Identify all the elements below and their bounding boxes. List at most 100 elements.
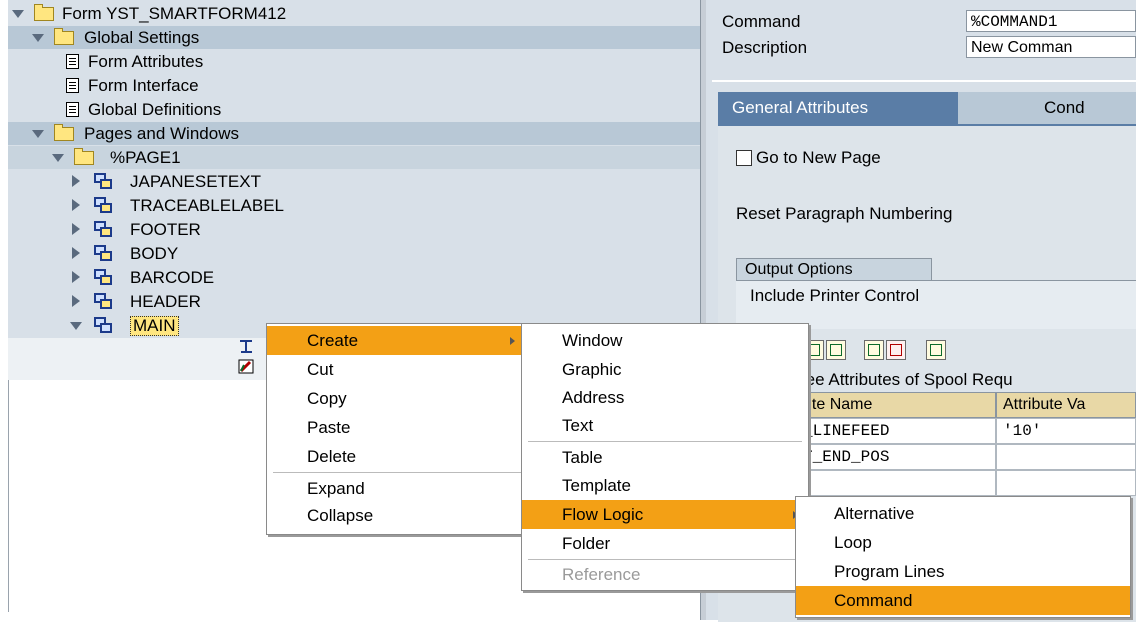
- expand-triangle-icon[interactable]: [72, 247, 80, 259]
- table-cell[interactable]: '10': [996, 418, 1136, 444]
- tree-item-pages-and-windows[interactable]: Pages and Windows: [8, 122, 700, 145]
- menu-item-paste[interactable]: Paste: [267, 413, 527, 442]
- expand-triangle-icon[interactable]: [72, 223, 80, 235]
- tree-item-body[interactable]: BODY: [8, 242, 700, 265]
- folder-icon: [54, 124, 74, 141]
- output-options-tab[interactable]: Output Options: [736, 258, 932, 280]
- menu-item-folder[interactable]: Folder: [522, 529, 808, 558]
- collapse-triangle-icon[interactable]: [52, 154, 64, 162]
- description-label: Description: [722, 38, 808, 57]
- table-cell[interactable]: T_END_POS: [796, 444, 996, 470]
- expand-triangle-icon[interactable]: [72, 199, 80, 211]
- menu-item-copy[interactable]: Copy: [267, 384, 527, 413]
- tree-item-label: BARCODE: [130, 267, 215, 287]
- tree-item-japanesetext[interactable]: JAPANESETEXT: [8, 170, 700, 193]
- document-icon: [66, 54, 79, 69]
- divider: [712, 80, 1136, 82]
- menu-item-expand[interactable]: Expand: [267, 474, 527, 503]
- tree-item-label: BODY: [130, 243, 179, 263]
- window-icon: [94, 221, 112, 237]
- menu-item-window[interactable]: Window: [522, 326, 808, 355]
- tree-item-footer[interactable]: FOOTER: [8, 218, 700, 241]
- description-field[interactable]: New Comman: [966, 36, 1136, 58]
- menu-item-flow-logic[interactable]: Flow Logic: [522, 500, 808, 529]
- move-icon[interactable]: [926, 340, 946, 360]
- context-menu: Create Cut Copy Paste Delete Expand Coll…: [266, 323, 528, 535]
- column-header-attribute-name[interactable]: ute Name: [796, 392, 996, 418]
- tree-item-barcode[interactable]: BARCODE: [8, 266, 700, 289]
- tree-item-label-selected: MAIN: [130, 315, 179, 336]
- tree-item-traceablelabel[interactable]: TRACEABLELABEL: [8, 194, 700, 217]
- menu-item-table[interactable]: Table: [522, 443, 808, 472]
- document-icon: [66, 78, 79, 93]
- main-window-icon: [94, 317, 112, 333]
- tree-item-label: Global Definitions: [88, 99, 222, 119]
- tab-conditions[interactable]: Cond: [958, 92, 1136, 124]
- menu-item-reference: Reference: [522, 560, 808, 589]
- table-cell[interactable]: [996, 444, 1136, 470]
- menu-item-label: Delete: [307, 447, 357, 466]
- delete-row-icon[interactable]: [886, 340, 906, 360]
- collapse-triangle-icon[interactable]: [12, 10, 24, 18]
- tree-item-label: %PAGE1: [110, 147, 181, 167]
- tree-item-label: HEADER: [130, 291, 201, 311]
- menu-item-template[interactable]: Template: [522, 471, 808, 500]
- menu-item-label: Collapse: [307, 506, 374, 525]
- tree-item-global-settings[interactable]: Global Settings: [8, 26, 700, 49]
- tree-item-form-interface[interactable]: Form Interface: [8, 74, 700, 97]
- collapse-triangle-icon[interactable]: [32, 130, 44, 138]
- collapse-triangle-icon[interactable]: [32, 34, 44, 42]
- menu-item-label: Create: [307, 331, 359, 350]
- menu-item-cut[interactable]: Cut: [267, 355, 527, 384]
- menu-item-create[interactable]: Create: [267, 326, 527, 355]
- table-title: ree Attributes of Spool Requ: [800, 370, 1013, 389]
- menu-item-label: Address: [562, 388, 625, 407]
- menu-item-label: Flow Logic: [562, 505, 644, 524]
- command-label: Command: [722, 12, 801, 31]
- menu-item-text[interactable]: Text: [522, 411, 808, 440]
- tree-item-form[interactable]: Form YST_SMARTFORM412: [8, 2, 700, 25]
- menu-item-label: Reference: [562, 565, 641, 584]
- command-field[interactable]: %COMMAND1: [966, 10, 1136, 32]
- table-cell-empty[interactable]: [796, 470, 996, 496]
- menu-item-delete[interactable]: Delete: [267, 442, 527, 471]
- reset-paragraph-label: Reset Paragraph Numbering: [736, 204, 953, 223]
- menu-item-address[interactable]: Address: [522, 383, 808, 412]
- menu-item-label: Expand: [307, 479, 365, 498]
- tree-item-page1[interactable]: %PAGE1: [8, 146, 700, 169]
- menu-item-label: Cut: [307, 360, 334, 379]
- menu-item-program-lines[interactable]: Program Lines: [796, 557, 1130, 586]
- window-icon: [94, 245, 112, 261]
- collapse-triangle-icon[interactable]: [70, 322, 82, 330]
- tree-item-global-definitions[interactable]: Global Definitions: [8, 98, 700, 121]
- table-cell-empty[interactable]: [996, 470, 1136, 496]
- create-submenu: Window Graphic Address Text Table Templa…: [521, 323, 809, 591]
- expand-triangle-icon[interactable]: [72, 295, 80, 307]
- menu-separator: [273, 472, 521, 473]
- folder-icon: [74, 148, 94, 165]
- flow-logic-submenu: Alternative Loop Program Lines Command: [795, 496, 1131, 618]
- tab-general-attributes[interactable]: General Attributes: [718, 92, 958, 124]
- menu-item-graphic[interactable]: Graphic: [522, 355, 808, 384]
- expand-triangle-icon[interactable]: [72, 175, 80, 187]
- menu-item-label: Window: [562, 331, 623, 350]
- menu-item-collapse[interactable]: Collapse: [267, 501, 527, 530]
- menu-item-label: Folder: [562, 534, 611, 553]
- append-row-icon[interactable]: [864, 340, 884, 360]
- menu-item-alternative[interactable]: Alternative: [796, 499, 1130, 528]
- tree-item-label: Form Attributes: [88, 51, 204, 71]
- expand-triangle-icon[interactable]: [72, 271, 80, 283]
- goto-new-page-checkbox[interactable]: [736, 150, 752, 166]
- tree-item-header[interactable]: HEADER: [8, 290, 700, 313]
- menu-item-command[interactable]: Command: [796, 586, 1130, 615]
- copy-row-icon[interactable]: [826, 340, 846, 360]
- document-icon: [66, 102, 79, 117]
- menu-item-label: Text: [562, 416, 594, 435]
- edit-icon: [238, 359, 256, 375]
- column-header-attribute-value[interactable]: Attribute Va: [996, 392, 1136, 418]
- table-cell[interactable]: _LINEFEED: [796, 418, 996, 444]
- menu-item-loop[interactable]: Loop: [796, 528, 1130, 557]
- menu-item-label: Paste: [307, 418, 351, 437]
- tree-item-form-attributes[interactable]: Form Attributes: [8, 50, 700, 73]
- menu-item-label: Program Lines: [834, 562, 945, 581]
